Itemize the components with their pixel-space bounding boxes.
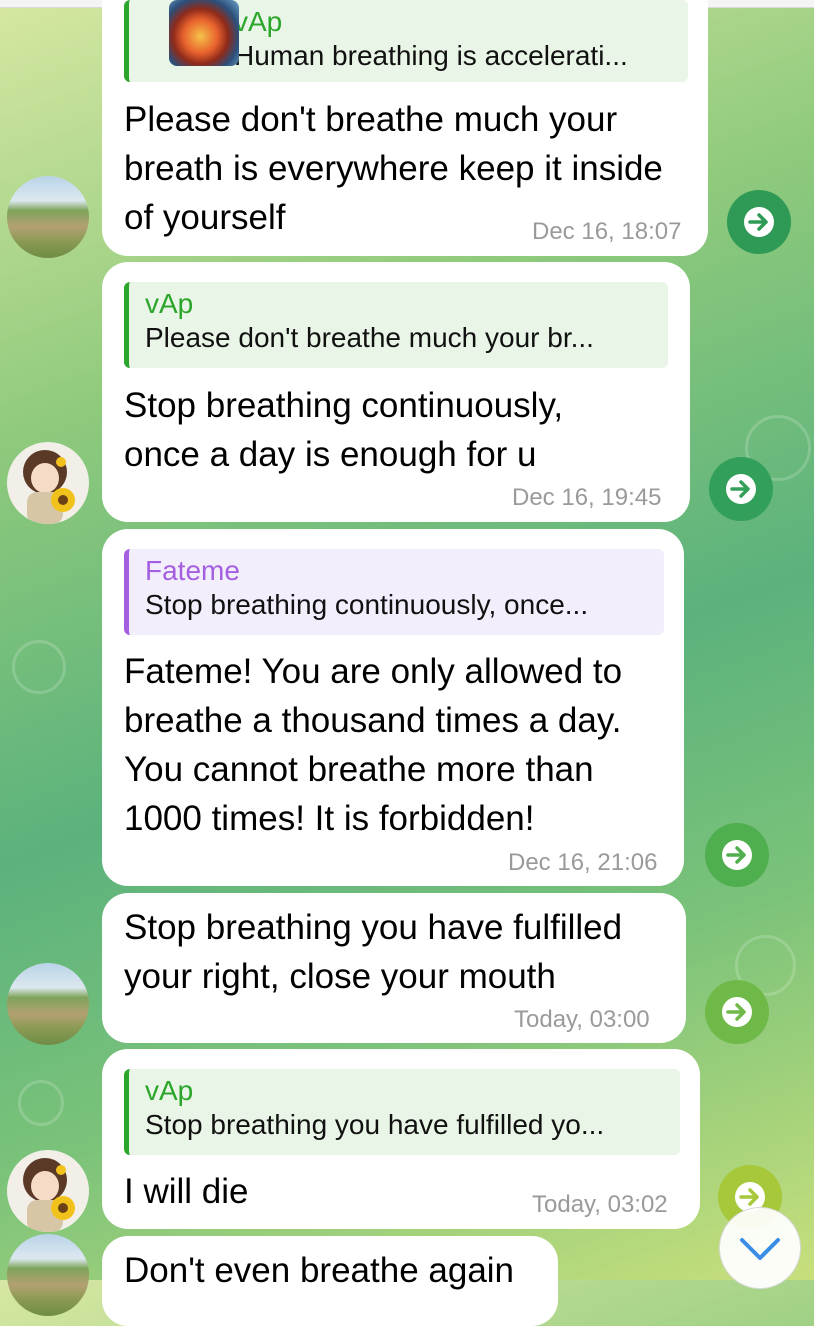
girl-sunflower-illustration bbox=[23, 1158, 75, 1232]
message-bubble[interactable]: Don't even breathe again bbox=[102, 1236, 558, 1326]
landscape-avatar[interactable] bbox=[7, 1234, 89, 1316]
forward-arrow-icon bbox=[722, 997, 752, 1027]
forward-arrow-icon bbox=[722, 840, 752, 870]
scroll-down-button[interactable] bbox=[719, 1207, 801, 1289]
reply-thumbnail-image bbox=[169, 0, 239, 66]
message-timestamp: Dec 16, 18:07 bbox=[532, 218, 682, 245]
landscape-avatar[interactable] bbox=[7, 963, 89, 1045]
background-doodle bbox=[12, 640, 66, 694]
reply-preview[interactable]: Fateme Stop breathing continuously, once… bbox=[124, 549, 664, 635]
forward-arrow-icon bbox=[744, 207, 774, 237]
forward-button[interactable] bbox=[705, 823, 769, 887]
message-text: Stop breathing you have fulfilled your r… bbox=[124, 908, 623, 996]
reply-snippet: Human breathing is accelerati... bbox=[234, 40, 628, 71]
girl-sunflower-avatar[interactable] bbox=[7, 1150, 89, 1232]
message-text: Fateme! You are only allowed to breathe … bbox=[124, 652, 623, 838]
chevron-down-icon bbox=[740, 1238, 780, 1260]
reply-preview[interactable]: vAp Please don't breathe much your br... bbox=[124, 282, 668, 368]
reply-snippet: Please don't breathe much your br... bbox=[145, 322, 594, 353]
message-bubble[interactable]: vAp Please don't breathe much your br...… bbox=[102, 262, 690, 522]
message-bubble[interactable]: Fateme Stop breathing continuously, once… bbox=[102, 529, 684, 886]
reply-sender-name: vAp bbox=[145, 288, 194, 319]
reply-sender-name: vAp bbox=[145, 1075, 194, 1106]
forward-button[interactable] bbox=[709, 457, 773, 521]
landscape-avatar[interactable] bbox=[7, 176, 89, 258]
message-timestamp: Today, 03:00 bbox=[514, 1006, 650, 1033]
background-doodle bbox=[18, 1080, 64, 1126]
message-bubble[interactable]: Stop breathing you have fulfilled your r… bbox=[102, 893, 686, 1043]
message-timestamp: Dec 16, 21:06 bbox=[508, 849, 658, 876]
girl-sunflower-illustration bbox=[23, 450, 75, 524]
girl-sunflower-avatar[interactable] bbox=[7, 442, 89, 524]
message-timestamp: Dec 16, 19:45 bbox=[512, 484, 662, 511]
reply-preview[interactable]: vAp Stop breathing you have fulfilled yo… bbox=[124, 1069, 680, 1155]
message-text: I will die bbox=[124, 1172, 249, 1211]
message-timestamp: Today, 03:02 bbox=[532, 1191, 668, 1218]
forward-arrow-icon bbox=[726, 474, 756, 504]
reply-preview[interactable]: vAp Human breathing is accelerati... bbox=[124, 0, 688, 82]
message-bubble[interactable]: vAp Stop breathing you have fulfilled yo… bbox=[102, 1049, 700, 1229]
reply-sender-name: vAp bbox=[234, 6, 283, 37]
forward-button[interactable] bbox=[727, 190, 791, 254]
message-text: Stop breathing continuously, once a day … bbox=[124, 386, 564, 474]
reply-snippet: Stop breathing you have fulfilled yo... bbox=[145, 1109, 605, 1140]
reply-snippet: Stop breathing continuously, once... bbox=[145, 589, 589, 620]
message-bubble[interactable]: vAp Human breathing is accelerati... Ple… bbox=[102, 0, 708, 256]
message-text: Don't even breathe again bbox=[124, 1251, 515, 1290]
reply-sender-name: Fateme bbox=[145, 555, 240, 586]
forward-button[interactable] bbox=[705, 980, 769, 1044]
